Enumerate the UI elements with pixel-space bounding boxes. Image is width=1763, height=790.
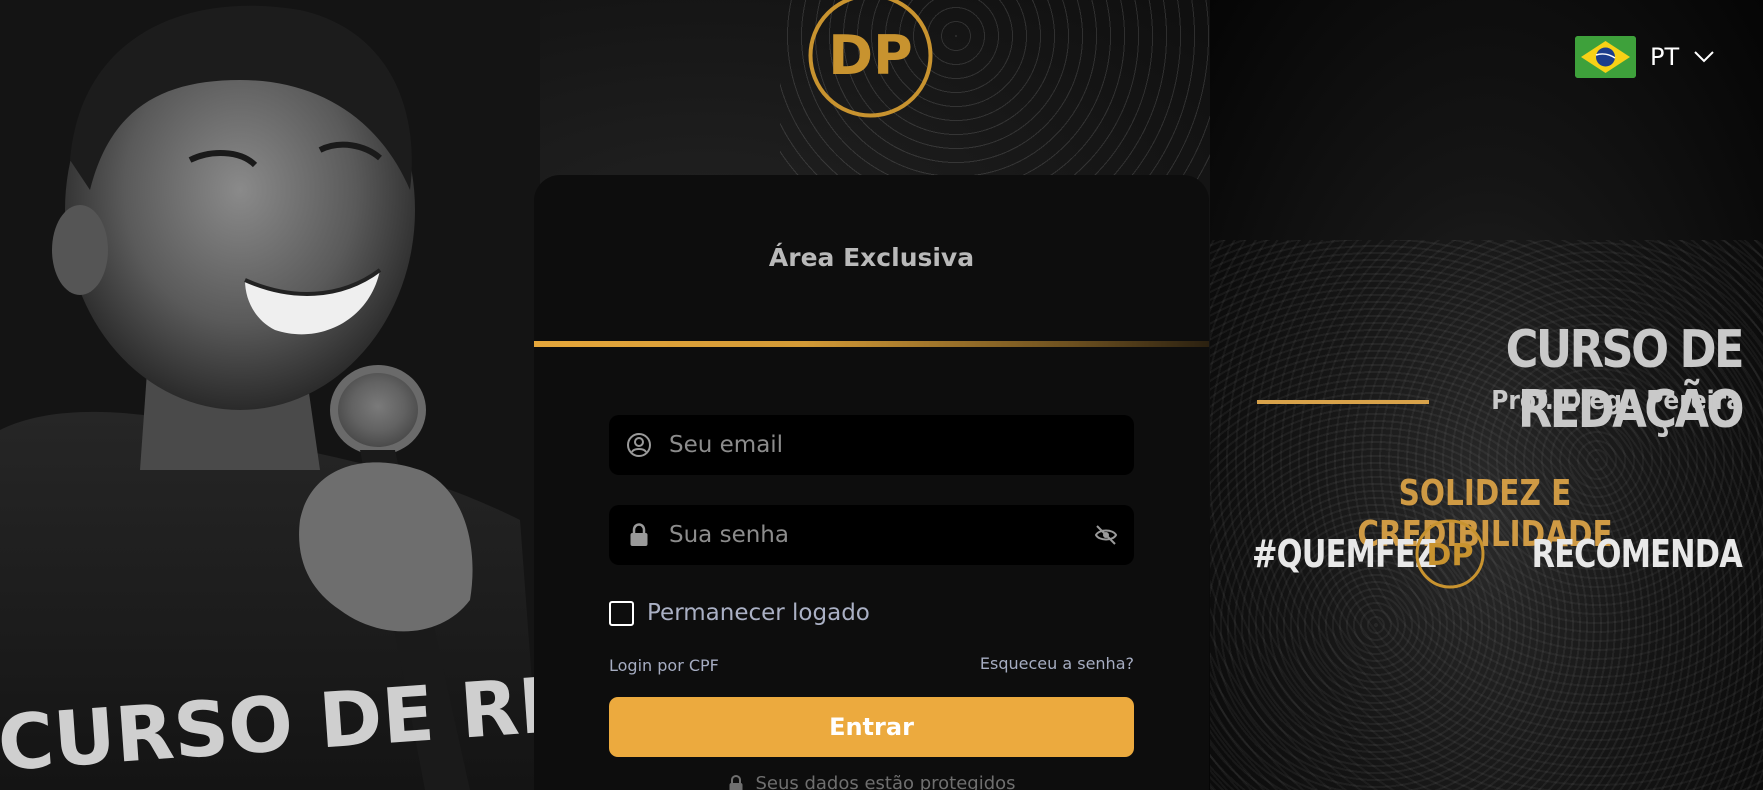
submit-button[interactable]: Entrar	[609, 697, 1134, 757]
card-title: Área Exclusiva	[768, 243, 975, 272]
brazil-flag-icon	[1575, 36, 1636, 78]
chevron-down-icon	[1694, 51, 1714, 63]
eye-off-icon[interactable]	[1094, 524, 1118, 546]
dp-logo-small: DP	[1415, 519, 1485, 589]
user-circle-icon	[627, 433, 651, 457]
lock-icon	[630, 523, 648, 546]
logo-text: DP	[828, 24, 912, 87]
promo-title: CURSO DE REDAÇÃO	[1505, 320, 1745, 440]
forgot-password-link[interactable]: Esqueceu a senha?	[980, 654, 1134, 673]
password-input[interactable]	[669, 505, 1069, 565]
secure-text: Seus dados estão protegidos	[755, 773, 1016, 790]
hashtag-right: RECOMENDA	[1531, 532, 1743, 576]
professor-photo: CURSO DE REDA	[0, 0, 540, 790]
login-card: Área Exclusiva Permanecer logado Login p…	[534, 175, 1209, 790]
remember-checkbox[interactable]	[609, 600, 634, 626]
email-field[interactable]	[609, 415, 1134, 475]
promo-subtitle: Prof. Diego Pereira	[1491, 386, 1742, 416]
hashtag-left: #QUEMFEZ	[1252, 532, 1437, 576]
email-input[interactable]	[669, 415, 1069, 475]
promo-underline	[1257, 400, 1429, 404]
lock-small-icon	[729, 774, 743, 790]
language-selector[interactable]: PT	[1575, 36, 1715, 78]
language-code: PT	[1650, 43, 1680, 71]
password-field[interactable]	[609, 505, 1134, 565]
secure-notice: Seus dados estão protegidos	[534, 773, 1209, 790]
login-cpf-link[interactable]: Login por CPF	[609, 656, 719, 675]
remember-label: Permanecer logado	[647, 600, 870, 626]
promo-hashtag: #QUEMFEZ DP RECOMENDA	[1252, 518, 1743, 598]
gold-divider	[534, 341, 1209, 347]
logo-small-text: DP	[1427, 538, 1474, 573]
dp-logo: DP	[808, 0, 933, 118]
remember-me[interactable]: Permanecer logado	[609, 600, 870, 626]
